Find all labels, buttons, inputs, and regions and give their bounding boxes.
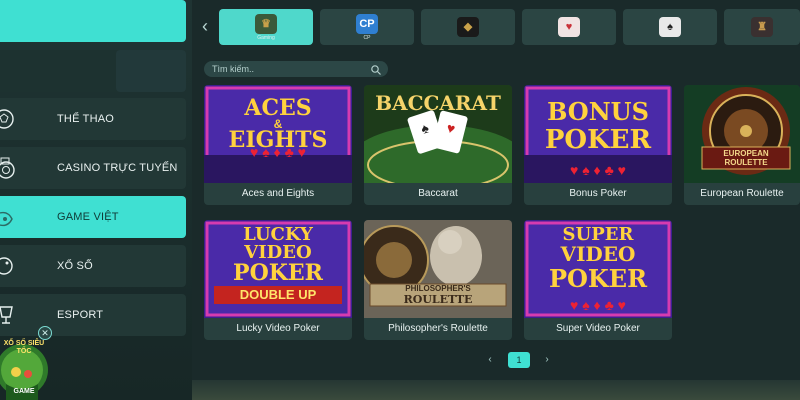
- game-thumbnail: EUROPEAN ROULETTE: [684, 85, 800, 183]
- sidebar-account-block[interactable]: [0, 50, 186, 92]
- provider-prev-arrow[interactable]: ‹: [198, 14, 212, 38]
- provider-tab-gaming[interactable]: ♛ Gaming: [219, 9, 313, 45]
- provider-tab-3[interactable]: ◆: [421, 9, 515, 45]
- game-card-lucky-video-poker[interactable]: LUCKY VIDEO POKER DOUBLE UP Lucky Video …: [204, 220, 352, 340]
- game-card-super-video-poker[interactable]: ♥ ♠ ♦ ♣ ♥ SUPER VIDEO POKER Super Video …: [524, 220, 672, 340]
- casino-chip-icon: [0, 153, 18, 183]
- sidebar-item-label: ESPORT: [57, 309, 104, 321]
- game-card-philosophers-roulette[interactable]: PHILOSOPHER'S ROULETTE Philosopher's Rou…: [364, 220, 512, 340]
- sidebar-item-label: GAME VIỆT: [57, 211, 119, 223]
- provider-logo-icon: ♜: [751, 16, 773, 37]
- soccer-ball-icon: [0, 104, 18, 134]
- provider-logo-icon: ◆: [457, 16, 479, 37]
- game-card-aces-and-eights[interactable]: ♥ ♠ ♦ ♣ ♥ ACES & EIGHTS Aces and Eights: [204, 85, 352, 205]
- sidebar-top-highlight[interactable]: [0, 0, 186, 42]
- game-name: Bonus Poker: [569, 188, 627, 199]
- game-name: Super Video Poker: [556, 323, 640, 334]
- sidebar-item-esport[interactable]: ESPORT: [0, 294, 186, 336]
- sidebar-item-xo-so[interactable]: XỔ SỐ: [0, 245, 186, 287]
- game-card-baccarat[interactable]: ♠ ♥ BACCARAT Baccarat: [364, 85, 512, 205]
- esport-trophy-icon: [0, 300, 18, 330]
- thumb-title-line1: PHILOSOPHER'S: [405, 284, 471, 293]
- provider-tab-4[interactable]: ♥: [522, 9, 616, 45]
- game-name: European Roulette: [700, 188, 784, 199]
- provider-logo-icon: CP: [356, 13, 378, 34]
- lottery-promo-widget[interactable]: XỔ SỐ SIÊU TỐC GAME: [0, 334, 50, 400]
- sidebar-item-label: XỔ SỐ: [57, 260, 93, 272]
- thumb-title-line3: POKER: [548, 264, 648, 293]
- sidebar-item-label: CASINO TRỰC TUYẾN: [57, 162, 178, 174]
- thumb-title-line3: POKER: [233, 260, 323, 286]
- search-icon[interactable]: [370, 63, 382, 75]
- svg-text:♥ ♠ ♦ ♣ ♥: ♥ ♠ ♦ ♣ ♥: [570, 162, 626, 178]
- thumb-title-line1: EUROPEAN: [723, 149, 769, 158]
- thumb-title-line4: DOUBLE UP: [239, 287, 317, 302]
- sidebar-item-label: THỂ THAO: [57, 113, 115, 125]
- thumb-title-line2: VIDEO: [560, 242, 636, 266]
- game-name: Baccarat: [418, 188, 458, 199]
- game-name: Lucky Video Poker: [236, 323, 320, 334]
- provider-name: CP: [363, 34, 371, 41]
- sidebar-item-the-thao[interactable]: THỂ THAO: [0, 98, 186, 140]
- thumb-title-line2: ROULETTE: [403, 293, 473, 306]
- provider-logo-icon: ♠: [659, 16, 681, 37]
- pagination-prev-button[interactable]: ‹: [483, 353, 497, 367]
- promo-subtitle: GAME: [13, 388, 35, 395]
- sidebar-item-casino[interactable]: CASINO TRỰC TUYẾN: [0, 147, 186, 189]
- thumb-title-line3: EIGHTS: [228, 127, 328, 153]
- provider-tab-5[interactable]: ♠: [623, 9, 717, 45]
- promo-title: XỔ SỐ SIÊU TỐC: [3, 340, 45, 355]
- background-scenery: [192, 380, 800, 400]
- game-thumbnail: ♥ ♠ ♦ ♣ ♥ SUPER VIDEO POKER: [524, 220, 672, 318]
- thumb-title-line1: BONUS: [547, 97, 649, 126]
- game-thumbnail: ♥ ♠ ♦ ♣ ♥ BONUS POKER: [524, 85, 672, 183]
- game-thumbnail: LUCKY VIDEO POKER DOUBLE UP: [204, 220, 352, 318]
- thumb-title-line1: BACCARAT: [375, 91, 501, 115]
- search-input[interactable]: [212, 64, 372, 74]
- provider-logo-icon: ♛: [255, 13, 277, 34]
- game-card-bonus-poker[interactable]: ♥ ♠ ♦ ♣ ♥ BONUS POKER Bonus Poker: [524, 85, 672, 205]
- game-controller-icon: [0, 202, 18, 232]
- game-name: Philosopher's Roulette: [388, 323, 488, 334]
- thumb-title-line2: POKER: [544, 125, 652, 155]
- provider-tab-cp[interactable]: CP CP: [320, 9, 414, 45]
- provider-name: Gaming: [257, 34, 275, 41]
- sidebar-item-game-viet[interactable]: GAME VIỆT: [0, 196, 186, 238]
- sidebar-account-tile[interactable]: [116, 50, 186, 92]
- provider-tab-6[interactable]: ♜: [724, 9, 800, 45]
- lottery-ball-icon: [0, 251, 18, 281]
- game-thumbnail: ♠ ♥ BACCARAT: [364, 85, 512, 183]
- pagination-next-button[interactable]: ›: [540, 353, 554, 367]
- pagination-page-1[interactable]: 1: [508, 352, 530, 368]
- game-card-european-roulette[interactable]: EUROPEAN ROULETTE European Roulette: [684, 85, 800, 205]
- svg-text:♥ ♠ ♦ ♣ ♥: ♥ ♠ ♦ ♣ ♥: [570, 297, 626, 313]
- provider-logo-icon: ♥: [558, 16, 580, 37]
- search-bar: [204, 61, 388, 77]
- promo-close-button[interactable]: ✕: [38, 326, 52, 340]
- game-thumbnail: PHILOSOPHER'S ROULETTE: [364, 220, 512, 318]
- game-name: Aces and Eights: [241, 188, 315, 199]
- thumb-title-line2: ROULETTE: [724, 158, 768, 167]
- game-thumbnail: ♥ ♠ ♦ ♣ ♥ ACES & EIGHTS: [204, 85, 352, 183]
